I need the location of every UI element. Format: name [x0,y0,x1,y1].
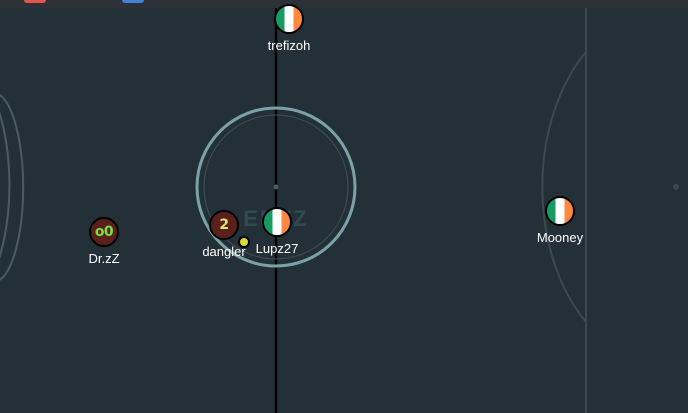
player-disc[interactable]: o0 [89,217,119,247]
player-name: Mooney [536,230,584,245]
right-spot [673,184,679,190]
game-stage[interactable]: EBTZ trefizoh o0 Dr.zZ 2 dangler Lupz27 … [0,0,688,413]
right-penalty-arc [541,51,587,323]
center-spot [273,184,279,190]
player-name: Dr.zZ [88,251,120,266]
player-disc[interactable] [545,196,575,226]
player-name: Lupz27 [255,241,299,256]
player-disc[interactable] [274,4,304,34]
player-name: trefizoh [267,38,311,53]
player-disc[interactable]: 2 [209,210,239,240]
left-penalty-arc [0,111,11,259]
left-arc [0,94,25,281]
player-disc[interactable] [262,207,292,237]
soccer-field: EBTZ [0,8,679,413]
